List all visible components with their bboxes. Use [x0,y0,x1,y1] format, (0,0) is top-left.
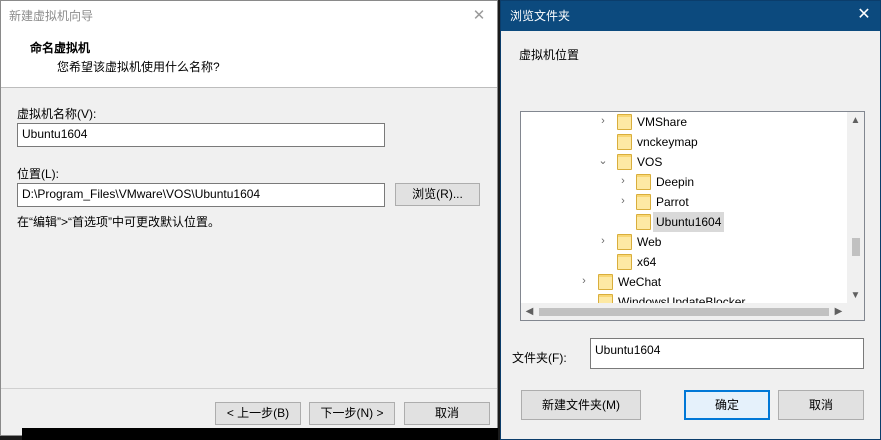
browse-button[interactable]: 浏览(R)... [395,183,480,206]
tree-item[interactable]: › Deepin [521,172,847,192]
tree-item-label: Deepin [656,175,695,189]
close-icon[interactable]: ✕ [471,8,487,24]
dialog-titlebar: 浏览文件夹 ✕ [501,1,880,31]
new-folder-button[interactable]: 新建文件夹(M) [521,390,641,420]
cancel-button[interactable]: 取消 [404,402,490,425]
tree-item-label: VOS [637,155,663,169]
wizard-titlebar: 新建虚拟机向导 ✕ [1,1,497,31]
wizard-title: 新建虚拟机向导 [9,9,94,23]
dialog-description: 虚拟机位置 [519,48,580,62]
new-vm-wizard-window: 新建虚拟机向导 ✕ 命名虚拟机 您希望该虚拟机使用什么名称? 虚拟机名称(V):… [0,0,498,436]
vm-name-input[interactable]: Ubuntu1604 [17,123,385,147]
folder-icon [636,214,651,230]
tree-item[interactable]: x64 [521,252,847,272]
background-strip [22,428,498,440]
scroll-thumb[interactable] [852,238,860,256]
folder-icon [636,194,651,210]
folder-tree[interactable]: › VMShare vnckeymap ⌄ VOS › Deepin › Par… [520,111,865,321]
wizard-header: 命名虚拟机 您希望该虚拟机使用什么名称? [1,31,497,88]
folder-input[interactable]: Ubuntu1604 [590,338,864,369]
tree-item[interactable]: › Web [521,232,847,252]
scroll-right-icon[interactable]: ▶ [830,303,847,320]
vertical-scrollbar[interactable]: ▲ ▼ [847,112,864,304]
next-button[interactable]: 下一步(N) > [309,402,395,425]
tree-item-label: x64 [637,255,657,269]
default-location-hint: 在“编辑”>“首选项”中可更改默认位置。 [17,215,220,229]
back-button[interactable]: < 上一步(B) [215,402,301,425]
scroll-corner [847,303,864,320]
scroll-thumb[interactable] [539,308,829,316]
location-input[interactable]: D:\Program_Files\VMware\VOS\Ubuntu1604 [17,183,385,207]
tree-item[interactable]: › WeChat [521,272,847,292]
cancel-button[interactable]: 取消 [778,390,864,420]
divider [1,388,497,389]
folder-icon [617,114,632,130]
scroll-down-icon[interactable]: ▼ [847,287,864,304]
chevron-down-icon[interactable]: ⌄ [597,154,609,168]
folder-label: 文件夹(F): [512,351,567,365]
chevron-right-icon[interactable]: › [617,174,629,188]
folder-icon [617,234,632,250]
folder-icon [617,154,632,170]
browse-folder-dialog: 浏览文件夹 ✕ 虚拟机位置 › VMShare vnckeymap ⌄ VOS … [500,0,881,440]
folder-icon [617,254,632,270]
chevron-right-icon[interactable]: › [597,114,609,128]
tree-item-label: Parrot [656,195,689,209]
tree-item-label: WeChat [618,275,662,289]
scroll-left-icon[interactable]: ◀ [521,303,538,320]
folder-icon [636,174,651,190]
chevron-right-icon[interactable]: › [597,234,609,248]
scroll-up-icon[interactable]: ▲ [847,112,864,129]
tree-item-label: Web [637,235,662,249]
page-title: 命名虚拟机 [30,41,91,55]
tree-item[interactable]: › Parrot [521,192,847,212]
location-label: 位置(L): [17,167,60,181]
page-subtitle: 您希望该虚拟机使用什么名称? [57,60,220,74]
tree-item[interactable]: vnckeymap [521,132,847,152]
vm-name-label: 虚拟机名称(V): [17,107,97,121]
tree-item-selected[interactable]: Ubuntu1604 [521,212,847,232]
chevron-right-icon[interactable]: › [578,274,590,288]
folder-icon [598,274,613,290]
horizontal-scrollbar[interactable]: ◀ ▶ [521,303,847,320]
tree-item[interactable]: › VMShare [521,112,847,132]
chevron-right-icon[interactable]: › [617,194,629,208]
tree-item-label: vnckeymap [637,135,698,149]
tree-item-label: VMShare [637,115,688,129]
ok-button[interactable]: 确定 [684,390,770,420]
dialog-title: 浏览文件夹 [510,9,571,23]
folder-icon [617,134,632,150]
tree-item[interactable]: ⌄ VOS [521,152,847,172]
close-icon[interactable]: ✕ [856,7,872,23]
tree-item-label: Ubuntu1604 [653,212,725,232]
